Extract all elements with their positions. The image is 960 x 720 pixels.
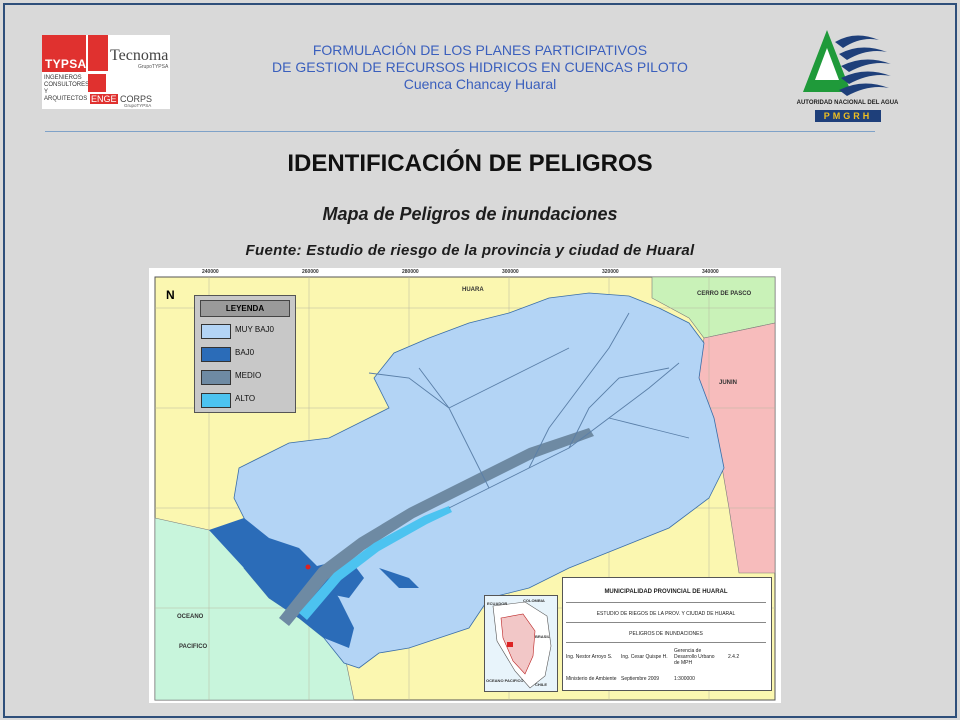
tb-credits: Ing. Nestor Arroyo S. Ing. Cesar Quispe …	[566, 646, 766, 668]
inset-ecuador: ECUADOR	[487, 601, 508, 606]
header-line-2: DE GESTION DE RECURSOS HIDRICOS EN CUENC…	[272, 59, 688, 75]
label-pacifico: PACIFICO	[179, 644, 208, 650]
label-cerro-de-pasco: CERRO DE PASCO	[697, 291, 752, 297]
header-line-3: Cuenca Chancay Huaral	[403, 76, 557, 92]
legend-item: MUY BAJ0	[195, 320, 295, 340]
header-divider	[45, 131, 875, 132]
typsa-logo: TYPSA	[42, 35, 86, 72]
header-line-1: FORMULACIÓN DE LOS PLANES PARTICIPATIVOS	[312, 42, 648, 58]
grid-label-x: 340000	[702, 269, 719, 275]
typsa-sub: INGENIEROS CONSULTORES Y ARQUITECTOS	[44, 75, 90, 102]
hazard-map: N LEYENDA MUY BAJ0 BAJ0 MEDIO ALTO HUARA…	[149, 268, 781, 703]
grid-label-x: 320000	[602, 269, 619, 275]
project-header: FORMULACIÓN DE LOS PLANES PARTICIPATIVOS…	[230, 42, 730, 93]
legend-swatch	[201, 393, 231, 408]
legend-swatch	[201, 347, 231, 362]
tb-footer: Ministerio de Ambiente Septiembre 2009 1…	[566, 672, 766, 686]
map-title-block: MUNICIPALIDAD PROVINCIAL DE HUARAL ESTUD…	[562, 577, 772, 691]
ana-logo: AUTORIDAD NACIONAL DEL AGUA PMGRH	[795, 22, 900, 127]
tb-responsible: Ing. Nestor Arroyo S.	[566, 654, 613, 660]
inset-brasil: BRASIL	[535, 634, 550, 639]
engecorps-text-a: ENGE	[90, 94, 118, 104]
legend-item: BAJ0	[195, 343, 295, 363]
consortium-logo: TYPSA Tecnoma GrupoTYPSA INGENIEROS CONS…	[42, 35, 170, 109]
grid-label-x: 300000	[502, 269, 519, 275]
legend-item: MEDIO	[195, 366, 295, 386]
legend-swatch	[201, 370, 231, 385]
inset-chile: CHILE	[535, 682, 547, 687]
legend-label: MUY BAJ0	[235, 325, 274, 334]
slide-title: IDENTIFICACIÓN DE PELIGROS	[287, 150, 653, 177]
engecorps-sub: GrupoTYPSA	[124, 103, 152, 108]
legend-label: MEDIO	[235, 371, 262, 380]
grid-label-x: 280000	[402, 269, 419, 275]
label-oceano: OCEANO	[177, 614, 204, 620]
north-arrow-icon: N	[166, 288, 175, 302]
tb-entity: MUNICIPALIDAD PROVINCIAL DE HUARAL	[566, 582, 766, 603]
tb-scale: 1:300000	[674, 676, 695, 682]
legend-swatch	[201, 324, 231, 339]
tecnoma-mark	[88, 35, 108, 71]
engecorps-mark	[88, 74, 106, 92]
tb-ministry: Ministerio de Ambiente	[566, 676, 617, 682]
grid-label-x: 260000	[302, 269, 319, 275]
label-junin: JUNIN	[719, 380, 738, 386]
location-inset-map: ECUADOR COLOMBIA BRASIL OCEANO PACIFICO …	[484, 595, 558, 692]
tb-reviewer: Ing. Cesar Quispe H.	[621, 654, 668, 660]
slide-subtitle: Mapa de Peligros de inundaciones	[322, 204, 618, 224]
inset-ocean: OCEANO PACIFICO	[486, 678, 524, 683]
tb-office: Gerencia de Desarrollo Urbano de MPH	[674, 648, 715, 666]
pmgrh-badge: PMGRH	[815, 110, 881, 122]
legend-title: LEYENDA	[200, 300, 290, 317]
tecnoma-text: Tecnoma	[110, 47, 169, 64]
tb-sheet: 2.4.2	[728, 654, 740, 660]
inset-colombia: COLOMBIA	[523, 598, 545, 603]
tb-date: Septiembre 2009	[621, 676, 660, 682]
ana-text: AUTORIDAD NACIONAL DEL AGUA	[796, 100, 899, 106]
label-huara: HUARA	[462, 287, 484, 293]
legend-label: ALTO	[235, 394, 256, 403]
slide-source: Fuente: Estudio de riesgo de la provinci…	[245, 242, 695, 259]
tb-study: ESTUDIO DE RIEGOS DE LA PROV. Y CIUDAD D…	[566, 606, 766, 623]
legend-item: ALTO	[195, 389, 295, 409]
grid-label-x: 240000	[202, 269, 219, 275]
legend-label: BAJ0	[235, 348, 255, 357]
tb-map-name: PELIGROS DE INUNDACIONES	[566, 626, 766, 643]
map-legend: LEYENDA MUY BAJ0 BAJ0 MEDIO ALTO	[194, 295, 296, 413]
typsa-text: TYPSA	[45, 57, 87, 71]
inset-canvas	[485, 596, 557, 691]
ana-emblem-icon	[803, 30, 891, 96]
tecnoma-sub: GrupoTYPSA	[138, 64, 169, 70]
